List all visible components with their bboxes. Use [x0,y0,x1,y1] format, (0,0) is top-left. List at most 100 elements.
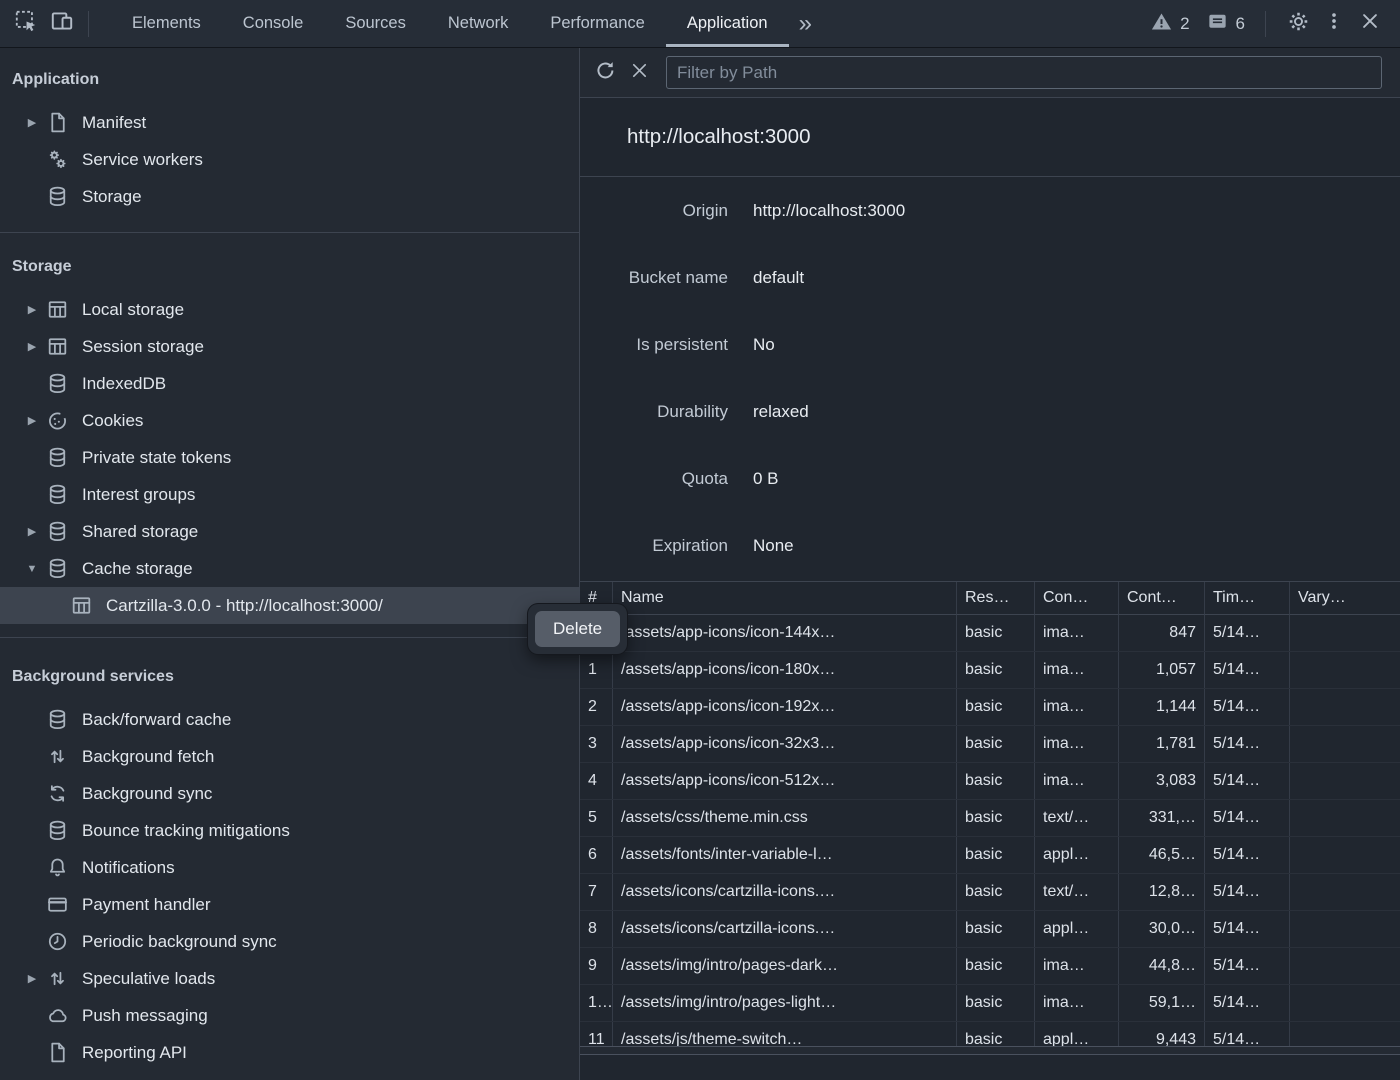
table-cell: 44,8… [1119,948,1205,984]
table-cell: appl… [1035,911,1119,947]
tab-network[interactable]: Network [427,0,530,47]
table-row[interactable]: 8/assets/icons/cartzilla-icons.…basicapp… [580,911,1400,948]
sidebar-item-session-storage[interactable]: ▶Session storage [0,328,579,365]
table-cell: 7 [580,874,613,910]
tab-elements[interactable]: Elements [111,0,222,47]
device-toolbar-icon [49,8,75,39]
table-cell: 30,0… [1119,911,1205,947]
sidebar-item-service-workers[interactable]: Service workers [0,141,579,178]
table-cell: ima… [1035,689,1119,725]
database-icon [44,445,70,471]
sidebar-item-push-messaging[interactable]: Push messaging [0,997,579,1034]
sidebar-item-notifications[interactable]: Notifications [0,849,579,886]
chevron-right-icon[interactable]: ▶ [20,414,44,427]
meta-row-durability: Durabilityrelaxed [580,378,1400,445]
settings-button[interactable] [1280,6,1316,42]
table-row[interactable]: 2/assets/app-icons/icon-192x…basicima…1,… [580,689,1400,726]
sidebar-item-cache-storage[interactable]: ▼ Cache storage [0,550,579,587]
table-row[interactable]: 4/assets/app-icons/icon-512x…basicima…3,… [580,763,1400,800]
table-cell: text/… [1035,800,1119,836]
sidebar-item-private-state-tokens[interactable]: Private state tokens [0,439,579,476]
sidebar-section-title-application: Application [0,68,579,92]
sidebar-item-label: Cartzilla-3.0.0 - http://localhost:3000/ [106,596,383,616]
table-cell: 5/14… [1205,911,1290,947]
sidebar-item-cookies[interactable]: ▶ Cookies [0,402,579,439]
tab-application[interactable]: Application [666,0,789,47]
table-cell [1290,652,1400,688]
table-cell: ima… [1035,615,1119,651]
preview-footer [580,1046,1400,1080]
kebab-menu-button[interactable] [1316,6,1352,42]
sidebar-item-reporting-api[interactable]: Reporting API [0,1034,579,1071]
column-header-vary[interactable]: Vary… [1290,582,1400,615]
sidebar-item-label: Notifications [82,858,175,878]
clear-filter-button[interactable] [622,56,656,90]
column-header-cont[interactable]: Cont… [1119,582,1205,615]
sidebar-item-label: Cookies [82,411,143,431]
table-cell: 3,083 [1119,763,1205,799]
clock-icon [44,929,70,955]
sidebar-item-storage[interactable]: Storage [0,178,579,215]
more-tabs-button[interactable]: » [789,12,822,36]
sidebar-item-manifest[interactable]: ▶Manifest [0,104,579,141]
sidebar-item-back-forward-cache[interactable]: Back/forward cache [0,701,579,738]
table-cell: basic [957,985,1035,1021]
warnings-badge[interactable]: 2 [1150,10,1189,38]
meta-label: Quota [580,469,728,489]
table-row[interactable]: 3/assets/app-icons/icon-32x3…basicima…1,… [580,726,1400,763]
table-row[interactable]: 9/assets/img/intro/pages-dark…basicima…4… [580,948,1400,985]
chevron-right-icon[interactable]: ▶ [20,303,44,316]
sidebar-item-background-fetch[interactable]: Background fetch [0,738,579,775]
sidebar-item-background-sync[interactable]: Background sync [0,775,579,812]
origin-heading: http://localhost:3000 [580,98,1400,177]
filter-by-path-input[interactable] [666,56,1382,89]
sidebar-item-shared-storage[interactable]: ▶Shared storage [0,513,579,550]
sidebar-item-payment-handler[interactable]: Payment handler [0,886,579,923]
table-cell: /assets/img/intro/pages-dark… [613,948,957,984]
table-cell: basic [957,948,1035,984]
chevron-right-icon[interactable]: ▶ [20,972,44,985]
table-row[interactable]: 6/assets/fonts/inter-variable-l…basicapp… [580,837,1400,874]
sidebar-item-indexeddb[interactable]: IndexedDB [0,365,579,402]
table-row[interactable]: 1/assets/app-icons/icon-180x…basicima…1,… [580,652,1400,689]
refresh-button[interactable] [588,56,622,90]
column-header-con[interactable]: Con… [1035,582,1119,615]
column-header-tim[interactable]: Tim… [1205,582,1290,615]
table-row[interactable]: 5/assets/css/theme.min.cssbasictext/…331… [580,800,1400,837]
sidebar-item-periodic-background-sync[interactable]: Periodic background sync [0,923,579,960]
sidebar-item-speculative-loads[interactable]: ▶Speculative loads [0,960,579,997]
chevron-right-icon[interactable]: ▶ [20,116,44,129]
table-cell [1290,800,1400,836]
context-menu-item-delete[interactable]: Delete [535,611,620,647]
sidebar-item-bounce-tracking-mitigations[interactable]: Bounce tracking mitigations [0,812,579,849]
table-icon [68,593,94,619]
table-row[interactable]: 11/assets/js/theme-switch…basicappl…9,44… [580,1022,1400,1046]
meta-label: Durability [580,402,728,422]
preview-resizer-handle[interactable] [580,1046,1400,1055]
sidebar-item-cartzilla-3-0-0-http-localhost-3000[interactable]: Cartzilla-3.0.0 - http://localhost:3000/ [0,587,579,624]
tab-console[interactable]: Console [222,0,325,47]
device-toolbar-button[interactable] [44,6,80,42]
sidebar-item-local-storage[interactable]: ▶Local storage [0,291,579,328]
table-row[interactable]: 1…/assets/img/intro/pages-light…basicima… [580,985,1400,1022]
table-cell: 1… [580,985,613,1021]
meta-label: Origin [580,201,728,221]
table-row[interactable]: 7/assets/icons/cartzilla-icons.…basictex… [580,874,1400,911]
table-row[interactable]: 0/assets/app-icons/icon-144x…basicima…84… [580,615,1400,652]
chevron-right-icon[interactable]: ▶ [20,340,44,353]
close-devtools-button[interactable] [1352,6,1388,42]
table-cell: ima… [1035,948,1119,984]
close-icon [1359,10,1381,37]
column-header-res[interactable]: Res… [957,582,1035,615]
cache-view-toolbar [580,48,1400,98]
chevron-down-icon[interactable]: ▼ [20,563,44,575]
tab-performance[interactable]: Performance [529,0,665,47]
sidebar-item-interest-groups[interactable]: Interest groups [0,476,579,513]
chevron-right-icon[interactable]: ▶ [20,525,44,538]
messages-badge[interactable]: 6 [1206,10,1245,38]
inspect-element-button[interactable] [8,6,44,42]
sidebar-item-label: Cache storage [82,559,193,579]
table-cell [1290,874,1400,910]
tab-sources[interactable]: Sources [324,0,427,47]
column-header-name[interactable]: Name [613,582,957,615]
